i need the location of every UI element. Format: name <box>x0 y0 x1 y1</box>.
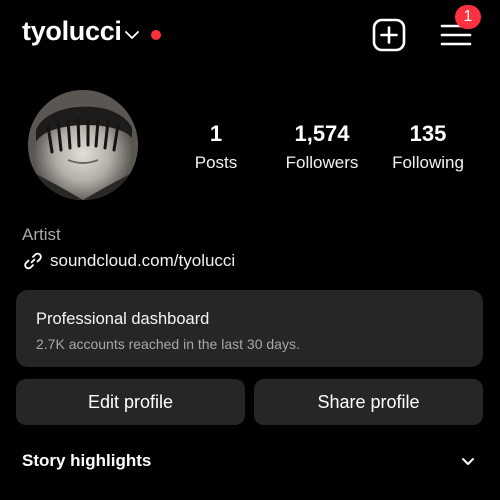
stat-posts[interactable]: 1 Posts <box>161 120 271 174</box>
profile-category: Artist <box>22 225 61 244</box>
edit-profile-button[interactable]: Edit profile <box>16 379 245 425</box>
avatar-photo <box>28 90 138 200</box>
profile-link[interactable]: soundcloud.com/tyolucci <box>22 250 235 272</box>
avatar[interactable] <box>28 90 138 200</box>
professional-dashboard-card[interactable]: Professional dashboard 2.7K accounts rea… <box>16 290 483 367</box>
stat-value: 135 <box>409 121 447 146</box>
plus-square-icon[interactable] <box>372 18 406 52</box>
profile-username[interactable]: tyolucci <box>22 16 122 47</box>
stat-label: Followers <box>285 153 359 172</box>
stat-label: Following <box>392 153 464 172</box>
stat-followers[interactable]: 1,574 Followers <box>267 120 377 174</box>
dashboard-title: Professional dashboard <box>36 310 210 328</box>
share-profile-button[interactable]: Share profile <box>254 379 483 425</box>
link-icon <box>24 252 42 270</box>
red-dot-icon <box>151 30 161 40</box>
story-highlights-title: Story highlights <box>22 451 152 470</box>
stat-following[interactable]: 135 Following <box>373 120 483 174</box>
notification-badge: 1 <box>455 5 481 29</box>
chevron-down-icon[interactable] <box>124 29 140 41</box>
stat-value: 1,574 <box>294 121 350 146</box>
dashboard-subtitle: 2.7K accounts reached in the last 30 day… <box>36 336 300 352</box>
profile-link-text[interactable]: soundcloud.com/tyolucci <box>50 251 235 271</box>
chevron-down-icon[interactable] <box>460 456 476 468</box>
stat-value: 1 <box>209 121 223 146</box>
stat-label: Posts <box>194 153 238 172</box>
